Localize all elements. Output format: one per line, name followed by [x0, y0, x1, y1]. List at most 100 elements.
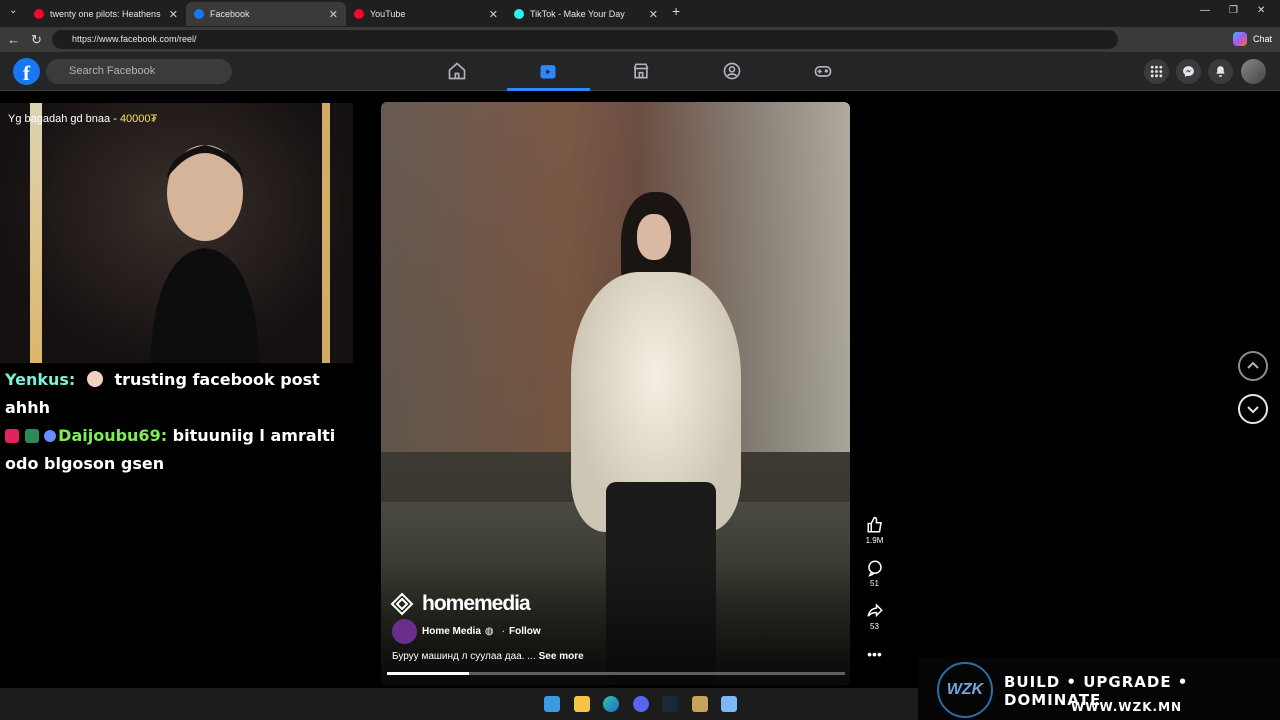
video-progress-bar[interactable]: [387, 672, 845, 675]
tab-youtube-heathens[interactable]: twenty one pilots: Heathens (from ✕: [26, 2, 186, 26]
groups-icon[interactable]: [722, 61, 742, 81]
browser-toolbar: ← ↻ https://www.facebook.com/reel/ Chat: [0, 27, 1280, 52]
youtube-icon: [34, 9, 44, 19]
tab-tiktok[interactable]: TikTok - Make Your Day ✕: [506, 2, 666, 26]
app-icon[interactable]: [692, 696, 708, 712]
like-button[interactable]: 1.9M: [862, 516, 887, 545]
marketplace-icon[interactable]: [631, 61, 651, 81]
chevron-up-icon: [1247, 361, 1259, 369]
sub-badge-icon: [24, 429, 39, 443]
see-more-link[interactable]: See more: [539, 651, 584, 662]
menu-grid-button[interactable]: [1144, 59, 1169, 84]
edge-icon[interactable]: [603, 696, 619, 712]
search-input[interactable]: Search Facebook: [46, 59, 232, 84]
close-window-icon[interactable]: ✕: [1257, 5, 1265, 16]
gaming-icon[interactable]: [813, 61, 833, 81]
windows-taskbar: [0, 688, 920, 720]
messenger-button[interactable]: [1176, 59, 1201, 84]
chat-button[interactable]: Chat: [1253, 34, 1272, 44]
active-tab-indicator: [507, 88, 590, 91]
reload-icon[interactable]: ↻: [31, 32, 42, 48]
donation-overlay: Yg bagadah gd bnaa - 40000₮: [8, 113, 157, 125]
tab-label: Facebook: [210, 9, 250, 19]
file-explorer-icon[interactable]: [574, 696, 590, 712]
tab-list-chevron-icon[interactable]: ⌄: [9, 5, 17, 16]
close-tab-icon[interactable]: ✕: [329, 8, 338, 21]
comment-count: 51: [870, 579, 879, 588]
chat-message: Yenkus: trusting facebook post ahhh: [5, 366, 355, 422]
close-tab-icon[interactable]: ✕: [489, 8, 498, 21]
facebook-header: f Search Facebook: [0, 52, 1280, 91]
like-count: 1.9M: [865, 536, 884, 545]
facebook-icon: [194, 9, 204, 19]
thumbs-up-icon: [867, 516, 882, 533]
caption-text: Буруу машинд л суулаа даа. ...: [392, 651, 536, 662]
homemedia-logo-icon: [390, 592, 414, 616]
close-tab-icon[interactable]: ✕: [649, 8, 658, 21]
notifications-button[interactable]: [1208, 59, 1233, 84]
video-person-face: [637, 214, 671, 260]
reel-author: Home Media ◍ · Follow: [392, 619, 541, 644]
tab-facebook[interactable]: Facebook ✕: [186, 2, 346, 26]
address-bar[interactable]: https://www.facebook.com/reel/: [52, 30, 1118, 49]
separator-dot: ·: [501, 626, 505, 637]
comment-button[interactable]: 51: [862, 559, 887, 588]
tiktok-icon: [514, 9, 524, 19]
chat-username: Yenkus:: [5, 370, 76, 389]
more-options-icon[interactable]: •••: [862, 646, 887, 662]
notepad-icon[interactable]: [721, 696, 737, 712]
search-placeholder: Search Facebook: [69, 65, 156, 77]
home-icon[interactable]: [447, 61, 467, 81]
author-name[interactable]: Home Media: [422, 626, 481, 637]
homemedia-watermark: homemedia: [390, 592, 531, 616]
restore-icon[interactable]: ❐: [1229, 5, 1238, 16]
copilot-icon[interactable]: [1233, 32, 1247, 46]
author-avatar[interactable]: [392, 619, 417, 644]
comment-icon: [867, 560, 882, 577]
share-icon: [867, 603, 883, 618]
next-reel-button[interactable]: [1238, 394, 1268, 424]
bell-icon: [1216, 66, 1225, 77]
reels-icon[interactable]: [538, 61, 558, 81]
minimize-icon[interactable]: —: [1200, 5, 1210, 16]
follow-link[interactable]: Follow: [509, 626, 541, 637]
streamer-image: [150, 145, 260, 363]
tab-youtube[interactable]: YouTube ✕: [346, 2, 506, 26]
emote-icon: [86, 371, 103, 387]
url-text: https://www.facebook.com/reel/: [72, 34, 197, 44]
chat-message: Daijoubu69: bituuniig l amralti odo blgo…: [5, 422, 355, 478]
donation-amount: 40000₮: [119, 113, 158, 125]
donation-text: Yg bagadah gd bnaa -: [8, 113, 120, 125]
previous-reel-button[interactable]: [1238, 351, 1268, 381]
close-tab-icon[interactable]: ✕: [169, 8, 178, 21]
heart-badge-icon: [5, 429, 19, 443]
messenger-icon: [1183, 66, 1194, 77]
browser-tab-bar: ⌄ twenty one pilots: Heathens (from ✕ Fa…: [0, 0, 1280, 27]
tab-label: twenty one pilots: Heathens (from: [50, 9, 163, 19]
discord-icon[interactable]: [633, 696, 649, 712]
share-count: 53: [870, 622, 879, 631]
tab-label: YouTube: [370, 9, 406, 19]
watermark-text: homemedia: [422, 592, 531, 615]
youtube-icon: [354, 9, 364, 19]
facebook-logo[interactable]: f: [13, 58, 40, 85]
chat-username: Daijoubu69:: [58, 426, 168, 445]
globe-icon: ◍: [484, 626, 494, 637]
new-tab-button[interactable]: +: [672, 3, 680, 19]
grid-icon: [1150, 65, 1163, 78]
windows-start-icon[interactable]: [544, 696, 560, 712]
progress-fill: [387, 672, 470, 675]
chevron-down-icon: [1247, 406, 1259, 414]
reel-caption: Буруу машинд л суулаа даа. ... See more: [392, 651, 584, 662]
sparkle-badge-icon: [44, 430, 57, 442]
wzk-logo: WZK: [937, 662, 993, 718]
neon-light: [322, 103, 330, 363]
back-arrow-icon[interactable]: ←: [7, 32, 20, 47]
webcam-overlay: Yg bagadah gd bnaa - 40000₮: [0, 103, 353, 363]
promo-url: WWW.WZK.MN: [1071, 700, 1183, 714]
share-button[interactable]: 53: [862, 602, 887, 631]
profile-avatar[interactable]: [1241, 59, 1266, 84]
stream-chat: Yenkus: trusting facebook post ahhh Daij…: [5, 366, 355, 478]
steam-icon[interactable]: [662, 696, 678, 712]
tab-label: TikTok - Make Your Day: [530, 9, 625, 19]
